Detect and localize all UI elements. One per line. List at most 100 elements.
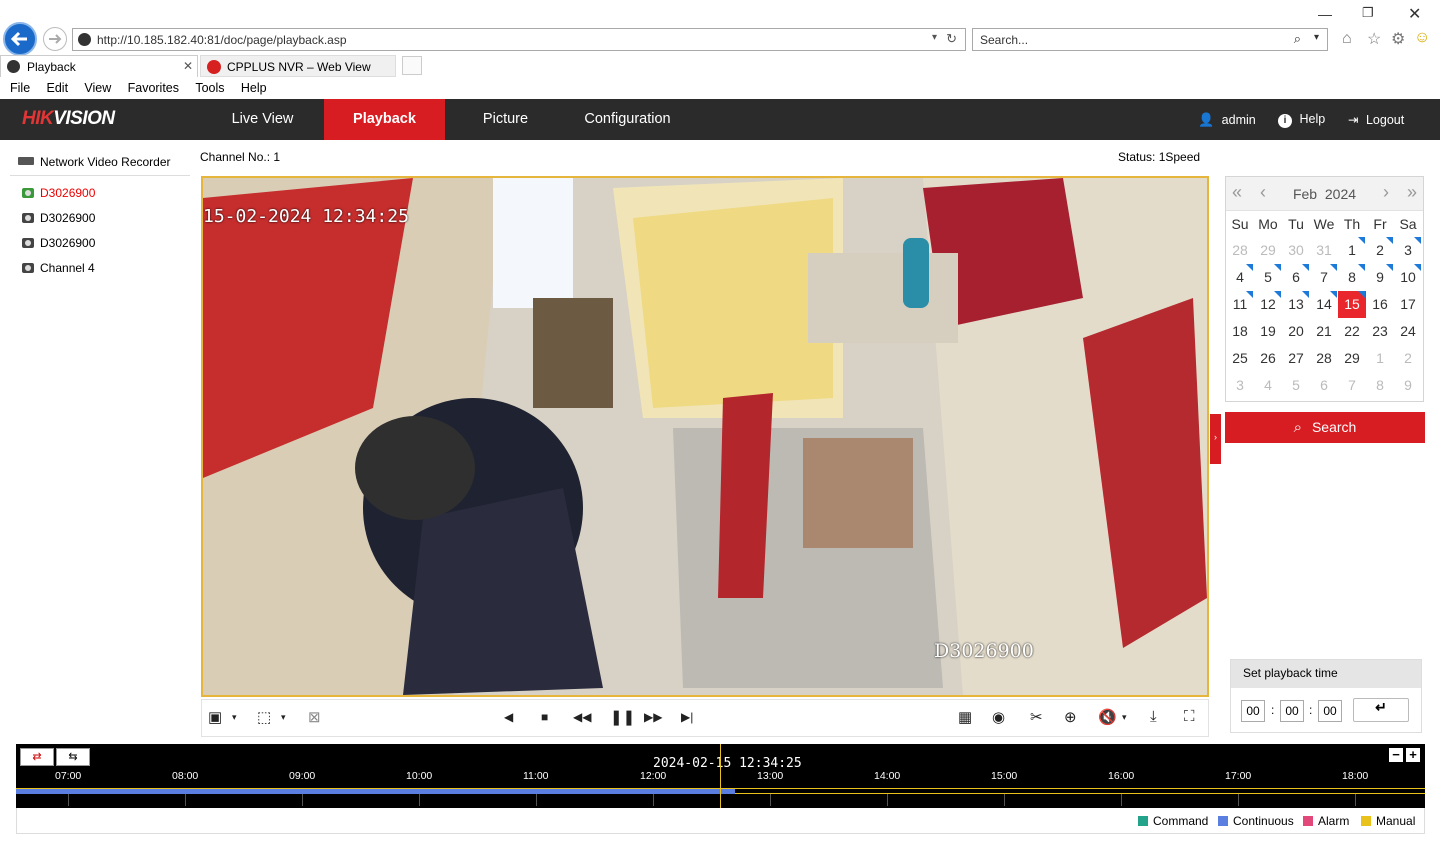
calendar-day[interactable]: 3	[1394, 237, 1422, 264]
slow-forward-icon[interactable]: ◀◀	[573, 710, 591, 724]
stop-all-icon[interactable]: ▦	[958, 708, 972, 726]
calendar-day[interactable]: 7	[1338, 372, 1366, 399]
search-icon[interactable]: ⌕	[1294, 31, 1301, 47]
channel-item-3[interactable]: D3026900	[22, 236, 95, 250]
restore-icon[interactable]: ❐	[1362, 5, 1374, 21]
nav-picture[interactable]: Picture	[445, 99, 566, 140]
fullscreen-icon[interactable]: ⛶	[1184, 708, 1195, 725]
clip-icon[interactable]: ✂	[1030, 708, 1043, 726]
prev-year-icon[interactable]: «	[1232, 182, 1242, 203]
dropdown-icon[interactable]: ▾	[932, 32, 937, 43]
calendar-day[interactable]: 17	[1394, 291, 1422, 318]
star-icon[interactable]: ☆	[1367, 29, 1381, 49]
tab-playback[interactable]: Playback ✕	[0, 55, 198, 77]
zoom-in-icon[interactable]: ⊕	[1064, 708, 1077, 726]
user-menu[interactable]: 👤 admin	[1198, 112, 1256, 128]
calendar-day[interactable]: 4	[1254, 372, 1282, 399]
calendar-day[interactable]: 28	[1310, 345, 1338, 372]
snapshot-icon[interactable]: ◉	[992, 708, 1005, 726]
calendar-day[interactable]: 2	[1366, 237, 1394, 264]
menu-view[interactable]: View	[84, 79, 111, 95]
chevron-down-icon[interactable]: ▾	[281, 712, 286, 723]
nav-live-view[interactable]: Live View	[202, 99, 323, 140]
calendar-day[interactable]: 24	[1394, 318, 1422, 345]
home-icon[interactable]: ⌂	[1342, 30, 1352, 48]
reverse-play-icon[interactable]: ◀	[504, 710, 513, 724]
back-button[interactable]	[3, 22, 37, 56]
calendar-day[interactable]: 27	[1282, 345, 1310, 372]
new-tab-button[interactable]	[402, 56, 422, 75]
calendar-day[interactable]: 29	[1338, 345, 1366, 372]
chevron-down-icon[interactable]: ▾	[232, 712, 237, 723]
pause-icon[interactable]: ❚❚	[610, 708, 635, 726]
minute-input[interactable]: 00	[1280, 700, 1304, 722]
calendar-day[interactable]: 23	[1366, 318, 1394, 345]
menu-favorites[interactable]: Favorites	[128, 79, 179, 95]
digital-zoom-icon[interactable]: ⊠	[308, 708, 321, 726]
calendar-day[interactable]: 31	[1310, 237, 1338, 264]
chevron-down-icon[interactable]: ▾	[1122, 712, 1127, 723]
calendar-day[interactable]: 20	[1282, 318, 1310, 345]
browser-search[interactable]: Search... ⌕ ▾	[972, 28, 1328, 51]
calendar-day[interactable]: 9	[1366, 264, 1394, 291]
search-button[interactable]: ⌕ Search	[1225, 412, 1425, 443]
calendar-day[interactable]: 16	[1366, 291, 1394, 318]
calendar-day[interactable]: 10	[1394, 264, 1422, 291]
channel-item-4[interactable]: Channel 4	[22, 261, 95, 275]
next-month-icon[interactable]: ›	[1383, 182, 1389, 203]
timeline-zoom-in-button[interactable]: +	[1406, 748, 1420, 762]
calendar-day[interactable]: 6	[1282, 264, 1310, 291]
nav-configuration[interactable]: Configuration	[567, 99, 688, 140]
calendar-day[interactable]: 3	[1226, 372, 1254, 399]
calendar-day[interactable]: 1	[1366, 345, 1394, 372]
calendar-day[interactable]: 30	[1282, 237, 1310, 264]
second-input[interactable]: 00	[1318, 700, 1342, 722]
capture-region-icon[interactable]: ⬚	[257, 708, 271, 726]
mute-icon[interactable]: 🔇	[1098, 708, 1117, 726]
calendar-day[interactable]: 6	[1310, 372, 1338, 399]
hour-input[interactable]: 00	[1241, 700, 1265, 722]
channel-item-2[interactable]: D3026900	[22, 211, 95, 225]
logout-link[interactable]: ⇥ Logout	[1348, 112, 1404, 127]
minimize-icon[interactable]: —	[1318, 6, 1332, 22]
window-layout-icon[interactable]: ▣	[208, 708, 222, 726]
video-viewport[interactable]: 15-02-2024 12:34:25 D3026900	[201, 176, 1209, 697]
calendar-day[interactable]: 25	[1226, 345, 1254, 372]
address-bar[interactable]: http://10.185.182.40:81/doc/page/playbac…	[72, 28, 966, 51]
forward-button[interactable]	[43, 27, 67, 51]
tab-cpplus[interactable]: CPPLUS NVR – Web View	[200, 55, 396, 77]
calendar-day[interactable]: 4	[1226, 264, 1254, 291]
calendar-day[interactable]: 26	[1254, 345, 1282, 372]
menu-edit[interactable]: Edit	[47, 79, 69, 95]
calendar-day[interactable]: 2	[1394, 345, 1422, 372]
go-to-time-button[interactable]: ↵	[1353, 698, 1409, 722]
calendar-day[interactable]: 12	[1254, 291, 1282, 318]
calendar-day[interactable]: 14	[1310, 291, 1338, 318]
calendar-day[interactable]: 11	[1226, 291, 1254, 318]
menu-tools[interactable]: Tools	[195, 79, 224, 95]
prev-month-icon[interactable]: ‹	[1260, 182, 1266, 203]
refresh-icon[interactable]: ↻	[946, 31, 957, 47]
calendar-day[interactable]: 8	[1366, 372, 1394, 399]
nvr-root[interactable]: Network Video Recorder	[18, 155, 171, 169]
calendar-day[interactable]: 29	[1254, 237, 1282, 264]
calendar-day-selected[interactable]: 15	[1338, 291, 1366, 318]
tab-close-icon[interactable]: ✕	[183, 59, 193, 73]
timeline-expand-button[interactable]: ⇆	[56, 748, 90, 766]
menu-file[interactable]: File	[10, 79, 30, 95]
gear-icon[interactable]: ⚙	[1391, 29, 1405, 49]
fast-forward-icon[interactable]: ▶▶	[644, 710, 662, 724]
smiley-icon[interactable]: ☺	[1414, 29, 1430, 47]
calendar-day[interactable]: 28	[1226, 237, 1254, 264]
calendar-day[interactable]: 8	[1338, 264, 1366, 291]
calendar-day[interactable]: 9	[1394, 372, 1422, 399]
channel-item-1[interactable]: D3026900	[22, 186, 95, 200]
calendar-day[interactable]: 18	[1226, 318, 1254, 345]
download-icon[interactable]: ⤓	[1150, 708, 1157, 725]
nav-playback[interactable]: Playback	[324, 99, 445, 140]
calendar-day[interactable]: 21	[1310, 318, 1338, 345]
close-icon[interactable]: ✕	[1408, 4, 1421, 24]
calendar-day[interactable]: 19	[1254, 318, 1282, 345]
single-frame-icon[interactable]: ▶|	[681, 710, 693, 724]
help-link[interactable]: i Help	[1278, 112, 1325, 128]
